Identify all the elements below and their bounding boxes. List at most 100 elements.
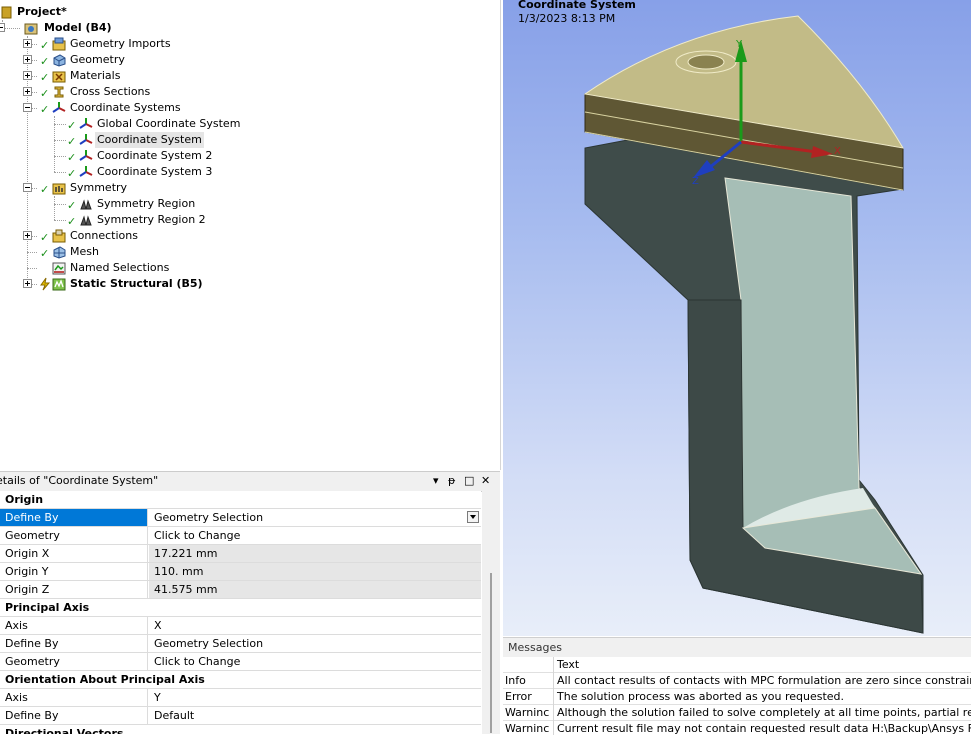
dropdown-icon[interactable]: ▾ (433, 474, 439, 487)
project-icon (1, 6, 12, 19)
message-row[interactable]: Warninc Although the solution failed to … (503, 705, 971, 721)
graphics-viewport[interactable]: Y X Z Coordinate System 1/3/2023 8:13 PM (503, 0, 971, 636)
z-axis-label: Z (692, 176, 699, 187)
tree-item-static-structural[interactable]: Static Structural (B5) (0, 276, 300, 292)
property-value[interactable]: X (149, 617, 481, 634)
tree-item-label: Named Selections (70, 261, 170, 274)
tree-item-label: Coordinate Systems (70, 101, 181, 114)
property-label: Origin X (0, 545, 148, 562)
check-icon: ✓ (67, 135, 77, 148)
message-text: Although the solution failed to solve co… (557, 706, 971, 719)
expand-icon[interactable] (23, 55, 32, 64)
collapse-icon[interactable] (23, 183, 32, 192)
message-type: Error (503, 689, 554, 705)
property-label: Define By (0, 707, 148, 724)
message-row[interactable]: Warninc Current result file may not cont… (503, 721, 971, 735)
expand-icon[interactable] (23, 87, 32, 96)
message-row[interactable]: Error The solution process was aborted a… (503, 689, 971, 705)
tree-item-mesh[interactable]: ✓ Mesh (0, 244, 300, 260)
scroll-thumb[interactable] (490, 573, 492, 733)
tree-item-geometry-imports[interactable]: ✓ Geometry Imports (0, 36, 300, 52)
tree-item-materials[interactable]: ✓ Materials (0, 68, 300, 84)
property-row-orientation-define-by[interactable]: Define By Default (0, 707, 481, 725)
tree-item-cross-sections[interactable]: ✓ Cross Sections (0, 84, 300, 100)
model-view[interactable]: Y X Z (503, 0, 971, 636)
property-row-principal-define-by[interactable]: Define By Geometry Selection (0, 635, 481, 653)
property-row-origin-x[interactable]: Origin X 17.221 mm (0, 545, 481, 563)
message-text: Current result file may not contain requ… (557, 722, 971, 735)
messages-panel: Messages Text Info All contact results o… (503, 637, 971, 735)
check-icon: ✓ (67, 119, 77, 132)
y-axis-label: Y (735, 39, 743, 50)
property-value[interactable]: Click to Change (149, 527, 481, 544)
property-row-origin-y[interactable]: Origin Y 110. mm (0, 563, 481, 581)
check-icon: ✓ (40, 103, 50, 116)
check-icon: ✓ (67, 167, 77, 180)
expand-icon[interactable] (23, 39, 32, 48)
tree-item-label: Connections (70, 229, 138, 242)
property-value[interactable]: Geometry Selection (149, 635, 481, 652)
tree-item-symmetry[interactable]: ✓ Symmetry (0, 180, 300, 196)
section-label: Principal Axis (5, 601, 90, 614)
property-value[interactable]: Y (149, 689, 481, 706)
check-icon: ✓ (40, 55, 50, 68)
tree-item-coordinate-system-3[interactable]: ✓ Coordinate System 3 (0, 164, 300, 180)
details-scrollbar[interactable] (482, 491, 500, 734)
tree-item-symmetry-region-2[interactable]: ✓ Symmetry Region 2 (0, 212, 300, 228)
property-value[interactable]: Default (149, 707, 481, 724)
collapse-icon[interactable] (0, 23, 5, 32)
message-row[interactable]: Info All contact results of contacts wit… (503, 673, 971, 689)
tree-item-label: Mesh (70, 245, 99, 258)
check-icon: ✓ (40, 71, 50, 84)
tree-item-named-selections[interactable]: Named Selections (0, 260, 300, 276)
property-label: Axis (0, 617, 148, 634)
tree-item-model[interactable]: Model (B4) (0, 20, 200, 36)
property-label: Origin Z (0, 581, 148, 598)
property-row-geometry[interactable]: Geometry Click to Change (0, 527, 481, 545)
property-label: Axis (0, 689, 148, 706)
maximize-icon[interactable]: □ (464, 474, 474, 487)
tree-item-project[interactable]: Project* (0, 4, 200, 20)
hole[interactable] (687, 54, 725, 70)
tree-item-label: Geometry (70, 53, 125, 66)
section-principal-axis[interactable]: Principal Axis (0, 599, 481, 617)
expand-icon[interactable] (23, 279, 32, 288)
property-value[interactable]: Geometry Selection (149, 509, 481, 526)
check-icon: ✓ (67, 215, 77, 228)
tree-item-connections[interactable]: ✓ Connections (0, 228, 300, 244)
property-label: Define By (0, 635, 148, 652)
section-orientation[interactable]: Orientation About Principal Axis (0, 671, 481, 689)
tree-item-geometry[interactable]: ✓ Geometry (0, 52, 300, 68)
tree-item-coordinate-system[interactable]: ✓ Coordinate System (0, 132, 300, 148)
property-value[interactable]: Click to Change (149, 653, 481, 670)
collapse-icon[interactable] (23, 103, 32, 112)
details-title: etails of "Coordinate System" (0, 474, 159, 487)
symmetry-region-icon (80, 199, 92, 210)
property-value: 17.221 mm (149, 545, 481, 562)
property-row-origin-z[interactable]: Origin Z 41.575 mm (0, 581, 481, 599)
tree-item-label: Geometry Imports (70, 37, 171, 50)
pin-icon[interactable]: ᵽ (448, 474, 455, 487)
tree-item-label: Cross Sections (70, 85, 151, 98)
section-label: Directional Vectors (5, 727, 124, 734)
close-icon[interactable]: ✕ (481, 474, 490, 487)
property-row-principal-geometry[interactable]: Geometry Click to Change (0, 653, 481, 671)
dropdown-arrow-icon[interactable] (467, 511, 479, 523)
tree-item-coordinate-system-2[interactable]: ✓ Coordinate System 2 (0, 148, 300, 164)
viewport-title: Coordinate System (518, 0, 636, 11)
tree-item-coordinate-systems[interactable]: ✓ Coordinate Systems (0, 100, 300, 116)
property-row-define-by[interactable]: Define By Geometry Selection (0, 509, 481, 527)
message-type: Warninc (503, 705, 554, 721)
expand-icon[interactable] (23, 231, 32, 240)
tree-item-label: Project* (17, 5, 67, 18)
property-label: Geometry (0, 527, 148, 544)
section-origin[interactable]: Origin (0, 491, 481, 509)
expand-icon[interactable] (23, 71, 32, 80)
tree-item-symmetry-region[interactable]: ✓ Symmetry Region (0, 196, 300, 212)
tree-item-global-coordinate-system[interactable]: ✓ Global Coordinate System (0, 116, 300, 132)
property-row-axis[interactable]: Axis X (0, 617, 481, 635)
coordinate-system-icon (79, 150, 93, 161)
property-row-orientation-axis[interactable]: Axis Y (0, 689, 481, 707)
tree-item-label: Symmetry (70, 181, 128, 194)
section-directional-vectors[interactable]: Directional Vectors (0, 725, 481, 734)
